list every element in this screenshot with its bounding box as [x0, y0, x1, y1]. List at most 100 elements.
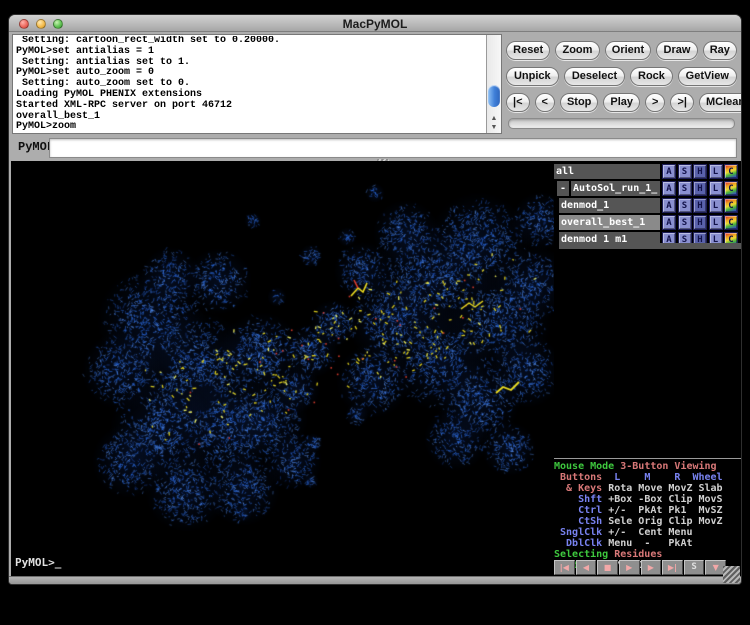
viewport: PyMOL>_ allASHLC-AutoSol_run_1_ASHLCdenm… — [11, 161, 741, 578]
a-menu-button[interactable]: A — [662, 164, 676, 179]
play-button[interactable]: ▶ — [619, 560, 640, 575]
mclear-button[interactable]: MClear — [699, 93, 742, 112]
scroll-up-icon[interactable]: ▲ — [491, 115, 498, 122]
object-row-overall-best-1: overall_best_1ASHLC — [554, 215, 741, 230]
desktop: MacPyMOL Setting: cartoon_rect_width set… — [0, 0, 750, 625]
btn-button[interactable]: > — [645, 93, 665, 112]
object-panel: allASHLC-AutoSol_run_1_ASHLCdenmod_1ASHL… — [554, 161, 741, 457]
ray-button[interactable]: Ray — [703, 41, 737, 60]
zoom-button[interactable]: Zoom — [555, 41, 599, 60]
l-menu-button[interactable]: L — [709, 181, 723, 196]
mouse-panel-line: Ctrl +/- PkAt Pk1 MvSZ — [554, 505, 741, 516]
mouse-panel-line: & Keys Rota Move MovZ Slab — [554, 483, 741, 494]
h-menu-button[interactable]: H — [693, 164, 707, 179]
mouse-panel-line: Shft +Box -Box Clip MovS — [554, 494, 741, 505]
command-input[interactable] — [49, 138, 737, 158]
mouse-panel-text: Shft — [554, 494, 602, 505]
movie-progress-slider[interactable] — [508, 118, 735, 129]
a-menu-button[interactable]: A — [662, 181, 676, 196]
reset-button[interactable]: Reset — [506, 41, 550, 60]
mouse-panel-text: 3-Button Viewing — [620, 461, 716, 472]
mouse-panel-line: SnglClk +/- Cent Menu — [554, 527, 741, 538]
mouse-panel-text: SnglClk — [554, 527, 602, 538]
resize-grip[interactable] — [723, 566, 740, 583]
object-name[interactable]: AutoSol_run_1_ — [571, 181, 660, 196]
c-menu-button[interactable]: C — [724, 215, 738, 230]
step-forward-button[interactable]: ▶ — [641, 560, 662, 575]
draw-button[interactable]: Draw — [656, 41, 697, 60]
window-title: MacPyMOL — [9, 17, 741, 31]
s-menu-button[interactable]: S — [678, 181, 692, 196]
a-menu-button[interactable]: A — [662, 215, 676, 230]
console-log[interactable]: Setting: cartoon_rect_width set to 0.200… — [16, 36, 484, 132]
object-action-buttons: ASHLC — [662, 198, 738, 213]
console-panel: Setting: cartoon_rect_width set to 0.200… — [12, 34, 502, 134]
expand-collapse-icon[interactable]: - — [557, 181, 569, 196]
console-scrollbar[interactable]: ▲ ▼ — [486, 35, 501, 133]
object-action-buttons: ASHLC — [662, 164, 738, 179]
mouse-panel-text: & Keys — [554, 483, 602, 494]
rock-button[interactable]: Rock — [630, 67, 672, 86]
object-row-denmod-1: denmod_1ASHLC — [554, 198, 741, 213]
mouse-panel-text: Buttons — [554, 472, 602, 483]
macpymol-window: MacPyMOL Setting: cartoon_rect_width set… — [8, 14, 742, 585]
object-name[interactable]: all — [554, 164, 660, 179]
fast-forward-button[interactable]: ▶| — [662, 560, 683, 575]
scrollbar-thumb[interactable] — [488, 85, 500, 107]
deselect-button[interactable]: Deselect — [564, 67, 626, 86]
s-menu-button[interactable]: S — [678, 215, 692, 230]
toolbar-row: |<<StopPlay>>|MClear — [506, 93, 737, 112]
titlebar[interactable]: MacPyMOL — [9, 15, 741, 32]
btn-button[interactable]: < — [535, 93, 555, 112]
unpick-button[interactable]: Unpick — [506, 67, 559, 86]
object-row-all: allASHLC — [554, 164, 741, 179]
mouse-panel-text: +Box -Box Clip MovS — [602, 494, 722, 505]
console-line: overall_best_1 — [16, 112, 484, 123]
c-menu-button[interactable]: C — [724, 198, 738, 213]
s-menu-button[interactable]: S — [678, 164, 692, 179]
getview-button[interactable]: GetView — [678, 67, 737, 86]
toolbar-row: Unpick DeselectRock GetView — [506, 67, 737, 86]
c-menu-button[interactable]: C — [724, 164, 738, 179]
viewport-3d[interactable] — [11, 161, 554, 578]
mouse-panel-line: Buttons L M R Wheel — [554, 472, 741, 483]
orient-button[interactable]: Orient — [605, 41, 652, 60]
h-menu-button[interactable]: H — [693, 215, 707, 230]
mouse-panel-text: Sele Orig Clip MovZ — [602, 516, 722, 527]
stop-button[interactable]: ■ — [597, 560, 618, 575]
mouse-panel-text: CtSh — [554, 516, 602, 527]
mouse-panel-line: Selecting Residues — [554, 549, 741, 560]
step-back-button[interactable]: ◀ — [576, 560, 597, 575]
object-panel-endbar — [559, 243, 741, 249]
mouse-panel-text: +/- Cent Menu — [602, 527, 692, 538]
a-menu-button[interactable]: A — [662, 198, 676, 213]
l-menu-button[interactable]: L — [709, 164, 723, 179]
h-menu-button[interactable]: H — [693, 181, 707, 196]
l-menu-button[interactable]: L — [709, 215, 723, 230]
btn-button[interactable]: >| — [670, 93, 694, 112]
object-name[interactable]: denmod_1 — [559, 198, 660, 213]
command-row: PyMOL> — [9, 136, 741, 161]
toolbar-row: Reset Zoom OrientDraw Ray — [506, 41, 737, 60]
object-name[interactable]: overall_best_1 — [559, 215, 660, 230]
mouse-panel-text: Selecting — [554, 549, 608, 560]
h-menu-button[interactable]: H — [693, 198, 707, 213]
console-line: PyMOL>set antialias = 1 — [16, 47, 484, 58]
movie-controls: |◀◀■▶▶▶|S▼ — [554, 560, 726, 576]
scene-button[interactable]: S — [684, 560, 705, 575]
mouse-mode-panel[interactable]: Mouse Mode 3-Button Viewing Buttons L M … — [554, 458, 741, 558]
play-button[interactable]: Play — [603, 93, 640, 112]
s-menu-button[interactable]: S — [678, 198, 692, 213]
btn-button[interactable]: |< — [506, 93, 530, 112]
control-buttons: |<<StopPlay>>|MClearUnpickDeselectRockGe… — [506, 34, 737, 134]
mouse-panel-line: CtSh Sele Orig Clip MovZ — [554, 516, 741, 527]
c-menu-button[interactable]: C — [724, 181, 738, 196]
l-menu-button[interactable]: L — [709, 198, 723, 213]
mouse-panel-line: DblClk Menu - PkAt — [554, 538, 741, 549]
rewind-button[interactable]: |◀ — [554, 560, 575, 575]
object-action-buttons: ASHLC — [662, 181, 738, 196]
stop-button[interactable]: Stop — [560, 93, 598, 112]
mouse-panel-text: L M R Wheel — [602, 472, 722, 483]
scroll-down-icon[interactable]: ▼ — [491, 124, 498, 131]
object-row-autosol-run-1: -AutoSol_run_1_ASHLC — [554, 181, 741, 196]
